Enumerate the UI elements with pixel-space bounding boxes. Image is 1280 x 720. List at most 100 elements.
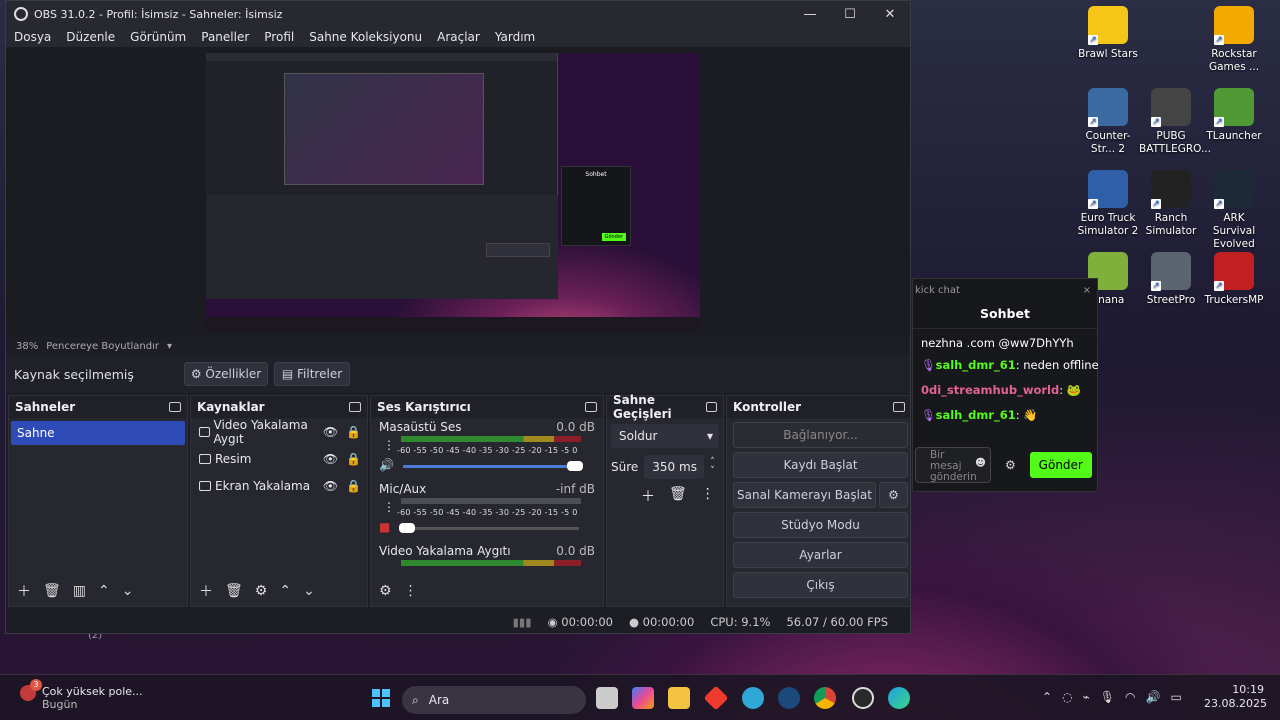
mixer-menu-icon[interactable]: ⋮ xyxy=(404,583,418,599)
sync-icon[interactable]: ◌ xyxy=(1062,690,1072,704)
menu-profile[interactable]: Profil xyxy=(264,30,294,44)
wifi-icon[interactable]: ◠ xyxy=(1125,690,1135,704)
steam-icon[interactable] xyxy=(778,687,800,709)
exit-button[interactable]: Çıkış xyxy=(733,572,908,598)
minimize-button[interactable]: — xyxy=(790,7,830,22)
undock-icon[interactable] xyxy=(585,402,597,412)
start-button[interactable] xyxy=(372,689,390,707)
virtual-camera-settings-button[interactable]: ⚙ xyxy=(879,482,908,508)
desktop-icon-euro-truck[interactable]: ↗ Euro Truck Simulator 2 xyxy=(1076,170,1140,238)
undock-icon[interactable] xyxy=(706,402,717,412)
desktop-icon-pubg[interactable]: ↗ PUBG BATTLEGRO... xyxy=(1139,88,1211,156)
chat-title: Sohbet xyxy=(913,299,1097,329)
close-button[interactable]: ✕ xyxy=(870,7,910,22)
mic-icon: 🎙 xyxy=(921,408,936,422)
preview-canvas[interactable]: Sohbet Gönder xyxy=(206,53,700,331)
desktop-icon-counter-strike[interactable]: ↗ Counter-Str... 2 xyxy=(1076,88,1140,156)
source-settings-button[interactable]: ⚙ xyxy=(255,583,268,599)
fit-to-window-dropdown[interactable]: Pencereye Boyutlandır xyxy=(46,341,159,352)
start-recording-button[interactable]: Kaydı Başlat xyxy=(733,452,908,478)
desktop-icon-streetpro[interactable]: ↗ StreetPro xyxy=(1139,252,1203,307)
duration-input[interactable]: 350 ms xyxy=(644,455,705,479)
menu-docks[interactable]: Paneller xyxy=(201,30,249,44)
meet-now-icon[interactable]: ⌁ xyxy=(1083,690,1090,704)
source-item[interactable]: Video Yakalama Aygıt 👁 🔒 xyxy=(191,418,367,446)
menu-tools[interactable]: Araçlar xyxy=(437,30,480,44)
stepper-icon[interactable]: ˄ ˅ xyxy=(710,458,715,476)
desktop-icon-rockstar[interactable]: ↗ Rockstar Games ... xyxy=(1202,6,1266,74)
move-up-button[interactable]: ⌃ xyxy=(98,583,110,599)
chatgpt-icon[interactable] xyxy=(742,687,764,709)
volume-icon[interactable]: 🔊 xyxy=(1146,690,1161,704)
scene-filters-button[interactable]: ▥ xyxy=(73,583,86,599)
add-source-button[interactable]: ＋ xyxy=(199,581,213,601)
studio-mode-button[interactable]: Stüdyo Modu xyxy=(733,512,908,538)
move-down-button[interactable]: ⌄ xyxy=(122,583,134,599)
move-down-button[interactable]: ⌄ xyxy=(303,583,315,599)
chat-settings-icon[interactable]: ⚙ xyxy=(1005,458,1016,472)
add-transition-button[interactable]: ＋ xyxy=(641,486,655,506)
menu-view[interactable]: Görünüm xyxy=(130,30,186,44)
close-icon[interactable]: × xyxy=(1083,285,1091,299)
scene-item[interactable]: Sahne xyxy=(11,421,185,445)
menu-scene-collection[interactable]: Sahne Koleksiyonu xyxy=(309,30,422,44)
transition-select[interactable]: Soldur ▾ xyxy=(611,424,719,448)
file-explorer-icon[interactable] xyxy=(668,687,690,709)
search-box[interactable]: ⌕ Ara xyxy=(402,686,586,714)
task-view-icon[interactable] xyxy=(596,687,618,709)
properties-button[interactable]: ⚙ Özellikler xyxy=(184,362,268,386)
menu-help[interactable]: Yardım xyxy=(495,30,535,44)
obs-taskbar-icon[interactable] xyxy=(852,687,874,709)
chevron-down-icon[interactable]: ▾ xyxy=(167,341,172,352)
desktop-icon-truckersmp[interactable]: ↗ TruckersMP xyxy=(1202,252,1266,307)
undock-icon[interactable] xyxy=(169,402,181,412)
weather-widget[interactable]: 3 Çok yüksek pole... Bugün xyxy=(20,679,143,711)
edge-icon[interactable] xyxy=(888,687,910,709)
transition-menu-icon[interactable]: ⋮ xyxy=(701,486,715,506)
stream-connecting-button[interactable]: Bağlanıyor... xyxy=(733,422,908,448)
mute-icon[interactable]: ■ xyxy=(379,520,390,534)
lock-icon[interactable]: 🔒 xyxy=(346,425,361,439)
settings-dots-icon[interactable]: ⋮ xyxy=(383,438,395,452)
clock[interactable]: 10:19 23.08.2025 xyxy=(1204,683,1267,711)
eye-icon[interactable]: 👁 xyxy=(323,452,338,466)
desktop-icon-tlauncher[interactable]: ↗ TLauncher xyxy=(1202,88,1266,143)
anydesk-icon[interactable] xyxy=(703,685,729,711)
remove-scene-button[interactable]: 🗑 xyxy=(43,583,61,599)
settings-button[interactable]: Ayarlar xyxy=(733,542,908,568)
advanced-audio-icon[interactable]: ⚙ xyxy=(379,583,392,599)
chrome-icon[interactable] xyxy=(814,687,836,709)
undock-icon[interactable] xyxy=(349,402,361,412)
eye-icon[interactable]: 👁 xyxy=(323,479,338,493)
chevron-up-icon[interactable]: ⌃ xyxy=(1042,690,1052,704)
lock-icon[interactable]: 🔒 xyxy=(346,452,361,466)
settings-dots-icon[interactable]: ⋮ xyxy=(383,500,395,514)
remove-source-button[interactable]: 🗑 xyxy=(225,583,243,599)
emoji-icon[interactable]: ☻ xyxy=(975,458,986,469)
desktop-icon-ranch-simulator[interactable]: ↗ Ranch Simulator xyxy=(1139,170,1203,238)
move-up-button[interactable]: ⌃ xyxy=(279,583,291,599)
undock-icon[interactable] xyxy=(893,402,905,412)
volume-slider[interactable] xyxy=(403,461,583,471)
menu-file[interactable]: Dosya xyxy=(14,30,51,44)
speaker-icon[interactable]: 🔊 xyxy=(379,458,394,472)
maximize-button[interactable]: ☐ xyxy=(830,7,870,22)
menu-edit[interactable]: Düzenle xyxy=(66,30,115,44)
copilot-icon[interactable] xyxy=(632,687,654,709)
lock-icon[interactable]: 🔒 xyxy=(346,479,361,493)
taskbar: 3 Çok yüksek pole... Bugün ⌕ Ara ⌃ ◌ ⌁ 🎙 ◠… xyxy=(0,674,1280,720)
eye-icon[interactable]: 👁 xyxy=(323,425,338,439)
remove-transition-button[interactable]: 🗑 xyxy=(669,486,687,506)
filters-button[interactable]: ▤ Filtreler xyxy=(274,362,350,386)
volume-slider[interactable] xyxy=(399,523,579,533)
desktop-icon-brawl-stars[interactable]: ↗ Brawl Stars xyxy=(1076,6,1140,61)
add-scene-button[interactable]: ＋ xyxy=(17,581,31,601)
start-virtual-camera-button[interactable]: Sanal Kamerayı Başlat xyxy=(733,482,876,508)
send-button[interactable]: Gönder xyxy=(1029,452,1092,478)
desktop-icon-ark[interactable]: ↗ ARK Survival Evolved xyxy=(1202,170,1266,251)
source-item[interactable]: Ekran Yakalama 👁 🔒 xyxy=(191,472,367,499)
battery-icon[interactable]: ▭ xyxy=(1170,690,1181,704)
source-item[interactable]: Resim 👁 🔒 xyxy=(191,445,367,472)
microphone-icon[interactable]: 🎙 xyxy=(1100,690,1115,704)
chat-input[interactable]: Bir mesaj gönderin ☻ xyxy=(915,447,991,483)
